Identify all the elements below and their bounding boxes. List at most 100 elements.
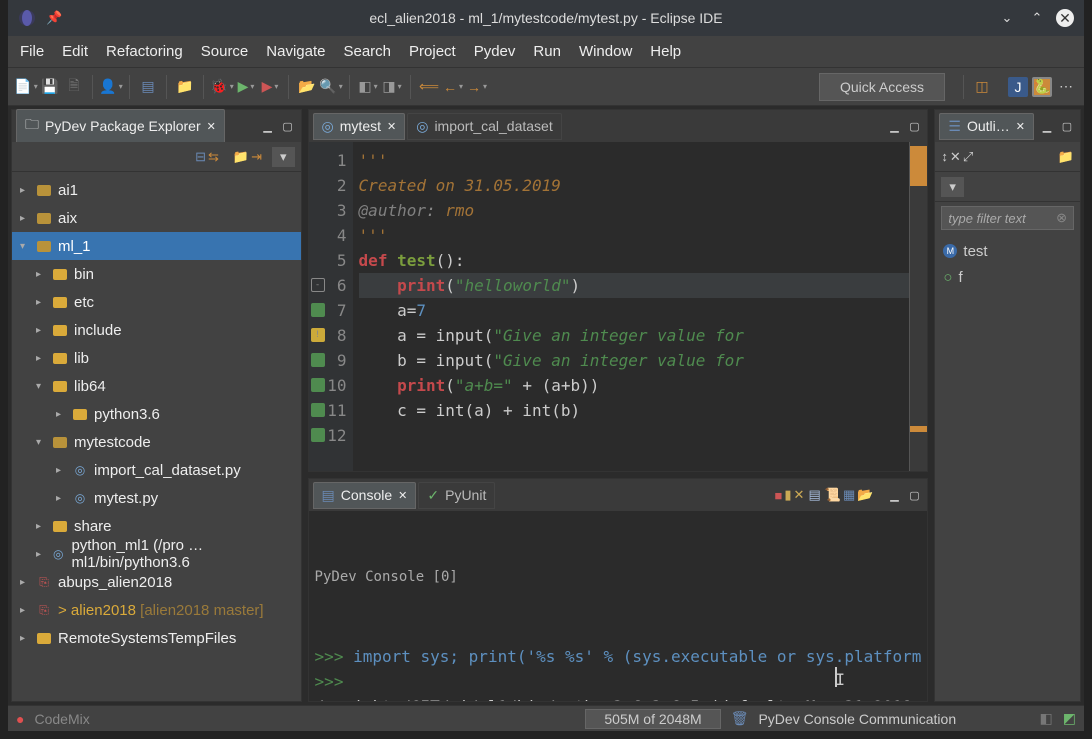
minimize-view-icon[interactable]: ▁ bbox=[259, 117, 277, 135]
tree-item[interactable]: ▸python3.6 bbox=[12, 400, 301, 428]
tree-item[interactable]: ▸lib bbox=[12, 344, 301, 372]
outline-tab[interactable]: ☰ Outli… ✕ bbox=[939, 113, 1034, 140]
error-icon[interactable]: ● bbox=[16, 711, 24, 727]
maximize-view-icon[interactable]: ▢ bbox=[279, 117, 297, 135]
tree-item[interactable]: ▸include bbox=[12, 316, 301, 344]
outline-item[interactable]: Mtest bbox=[943, 238, 1072, 264]
pin-icon[interactable]: 📌 bbox=[46, 10, 62, 26]
tree-item[interactable]: ▾mytestcode bbox=[12, 428, 301, 456]
tree-item[interactable]: ▸share bbox=[12, 512, 301, 540]
outline-tree[interactable]: Mtest○f bbox=[935, 234, 1080, 701]
folder-icon[interactable]: 📁 bbox=[1058, 149, 1074, 165]
editor-toggle[interactable]: ▤ bbox=[138, 77, 158, 97]
close-icon[interactable]: ✕ bbox=[398, 489, 407, 502]
menu-file[interactable]: File bbox=[20, 43, 44, 60]
menu-pydev[interactable]: Pydev bbox=[474, 43, 516, 60]
perspective-open[interactable]: ◫ bbox=[972, 77, 992, 97]
console-tab[interactable]: ▤ Console ✕ bbox=[313, 482, 417, 509]
maximize-view-icon[interactable]: ▢ bbox=[905, 117, 923, 135]
open-folder-button[interactable]: 📂 bbox=[297, 77, 317, 97]
clear-console-button[interactable]: ▤ bbox=[808, 487, 820, 503]
status-icon-1[interactable]: ◧ bbox=[1040, 710, 1053, 727]
tree-item[interactable]: ▸◎import_cal_dataset.py bbox=[12, 456, 301, 484]
outline-item[interactable]: ○f bbox=[943, 264, 1072, 290]
minimize-button[interactable]: ⌄ bbox=[996, 7, 1018, 29]
perspective-pydev[interactable]: 🐍 bbox=[1032, 77, 1052, 97]
tree-item[interactable]: ▾ml_1 bbox=[12, 232, 301, 260]
close-icon[interactable]: ✕ bbox=[1016, 120, 1025, 133]
tree-item[interactable]: ▸aix bbox=[12, 204, 301, 232]
wizard2-button[interactable]: ◨ bbox=[382, 77, 402, 97]
package-tree[interactable]: ▸ai1▸aix▾ml_1▸bin▸etc▸include▸lib▾lib64▸… bbox=[12, 172, 301, 701]
tree-item[interactable]: ▸⎘abups_alien2018 bbox=[12, 568, 301, 596]
coverage-button[interactable]: ▶ bbox=[260, 77, 280, 97]
code-editor[interactable]: 123456-78!9101112 '''Created on 31.05.20… bbox=[309, 142, 928, 471]
codemix-label[interactable]: CodeMix bbox=[34, 711, 89, 727]
remove-all-button[interactable]: ✕ bbox=[794, 487, 805, 503]
perspective-java[interactable]: J bbox=[1008, 77, 1028, 97]
menu-search[interactable]: Search bbox=[343, 43, 391, 60]
maximize-view-icon[interactable]: ▢ bbox=[1058, 117, 1076, 135]
collapse-all-icon[interactable]: ⊟ bbox=[195, 149, 206, 165]
view-menu-icon[interactable]: ▾ bbox=[272, 147, 295, 167]
tree-item[interactable]: ▸bin bbox=[12, 260, 301, 288]
status-icon-2[interactable]: ◩ bbox=[1063, 710, 1076, 727]
tree-item[interactable]: ▸RemoteSystemsTempFiles bbox=[12, 624, 301, 652]
menu-source[interactable]: Source bbox=[201, 43, 249, 60]
nav-fwd[interactable]: → bbox=[467, 77, 487, 97]
menu-refactoring[interactable]: Refactoring bbox=[106, 43, 183, 60]
expand-icon[interactable]: ⤢ bbox=[963, 149, 973, 165]
hide-fields-icon[interactable]: ✕ bbox=[950, 149, 961, 165]
pin-console-button[interactable]: ▦ bbox=[843, 487, 855, 503]
heap-status[interactable]: 505M of 2048M bbox=[585, 709, 720, 729]
view-menu-icon[interactable]: ▾ bbox=[941, 177, 964, 197]
package-explorer-tab[interactable]: 🗀 PyDev Package Explorer ✕ bbox=[16, 109, 225, 143]
scroll-lock-button[interactable]: 📜 bbox=[825, 487, 841, 503]
menu-window[interactable]: Window bbox=[579, 43, 632, 60]
trash-icon[interactable]: 🗑 bbox=[731, 710, 749, 727]
editor-tab-mytest[interactable]: ◎ mytest ✕ bbox=[313, 113, 406, 140]
nav-back[interactable]: ← bbox=[443, 77, 463, 97]
close-button[interactable]: ✕ bbox=[1056, 9, 1074, 27]
outline-filter[interactable]: type filter text ⊗ bbox=[941, 206, 1074, 230]
minimize-view-icon[interactable]: ▁ bbox=[1038, 117, 1056, 135]
tree-item[interactable]: ▸etc bbox=[12, 288, 301, 316]
run-button[interactable]: ▶ bbox=[236, 77, 256, 97]
minimize-view-icon[interactable]: ▁ bbox=[885, 117, 903, 135]
tree-item[interactable]: ▸◎python_ml1 (/pro … ml1/bin/python3.6 bbox=[12, 540, 301, 568]
tree-item[interactable]: ▸ai1 bbox=[12, 176, 301, 204]
maximize-view-icon[interactable]: ▢ bbox=[905, 486, 923, 504]
remove-launch-button[interactable]: ▮ bbox=[784, 487, 791, 503]
new-button[interactable]: 📄 bbox=[16, 77, 36, 97]
folder-presentation-icon[interactable]: 📁 bbox=[233, 149, 249, 165]
menu-navigate[interactable]: Navigate bbox=[266, 43, 325, 60]
perspective-more[interactable]: ⋯ bbox=[1056, 77, 1076, 97]
overview-ruler[interactable] bbox=[909, 142, 927, 471]
close-icon[interactable]: ✕ bbox=[207, 120, 216, 133]
search-button[interactable]: 🔍 bbox=[321, 77, 341, 97]
quick-access[interactable]: Quick Access bbox=[819, 73, 945, 101]
save-all-button[interactable]: 🗎 bbox=[64, 77, 84, 97]
maximize-button[interactable]: ⌃ bbox=[1026, 7, 1048, 29]
tree-item[interactable]: ▸⎘> alien2018 [alien2018 master] bbox=[12, 596, 301, 624]
editor-tab-import[interactable]: ◎ import_cal_dataset bbox=[407, 113, 562, 140]
clear-filter-icon[interactable]: ⊗ bbox=[1056, 210, 1067, 226]
menu-run[interactable]: Run bbox=[533, 43, 561, 60]
close-icon[interactable]: ✕ bbox=[387, 120, 396, 133]
wizard-button[interactable]: ◧ bbox=[358, 77, 378, 97]
import-icon[interactable]: ⇥ bbox=[251, 149, 262, 165]
menu-project[interactable]: Project bbox=[409, 43, 456, 60]
save-button[interactable]: 💾 bbox=[40, 77, 60, 97]
user-button[interactable]: 👤 bbox=[101, 77, 121, 97]
terminate-button[interactable]: ■ bbox=[775, 488, 783, 503]
minimize-view-icon[interactable]: ▁ bbox=[885, 486, 903, 504]
sort-icon[interactable]: ↕ bbox=[941, 149, 948, 164]
folder-button[interactable]: 📁 bbox=[175, 77, 195, 97]
console-output[interactable]: PyDev Console [0] >>> import sys; print(… bbox=[309, 511, 928, 701]
display-console-button[interactable]: 📂 bbox=[857, 487, 873, 503]
menu-help[interactable]: Help bbox=[650, 43, 681, 60]
menu-edit[interactable]: Edit bbox=[62, 43, 88, 60]
debug-button[interactable]: 🐞 bbox=[212, 77, 232, 97]
tree-item[interactable]: ▸◎mytest.py bbox=[12, 484, 301, 512]
pyunit-tab[interactable]: ✓ PyUnit bbox=[418, 482, 495, 509]
